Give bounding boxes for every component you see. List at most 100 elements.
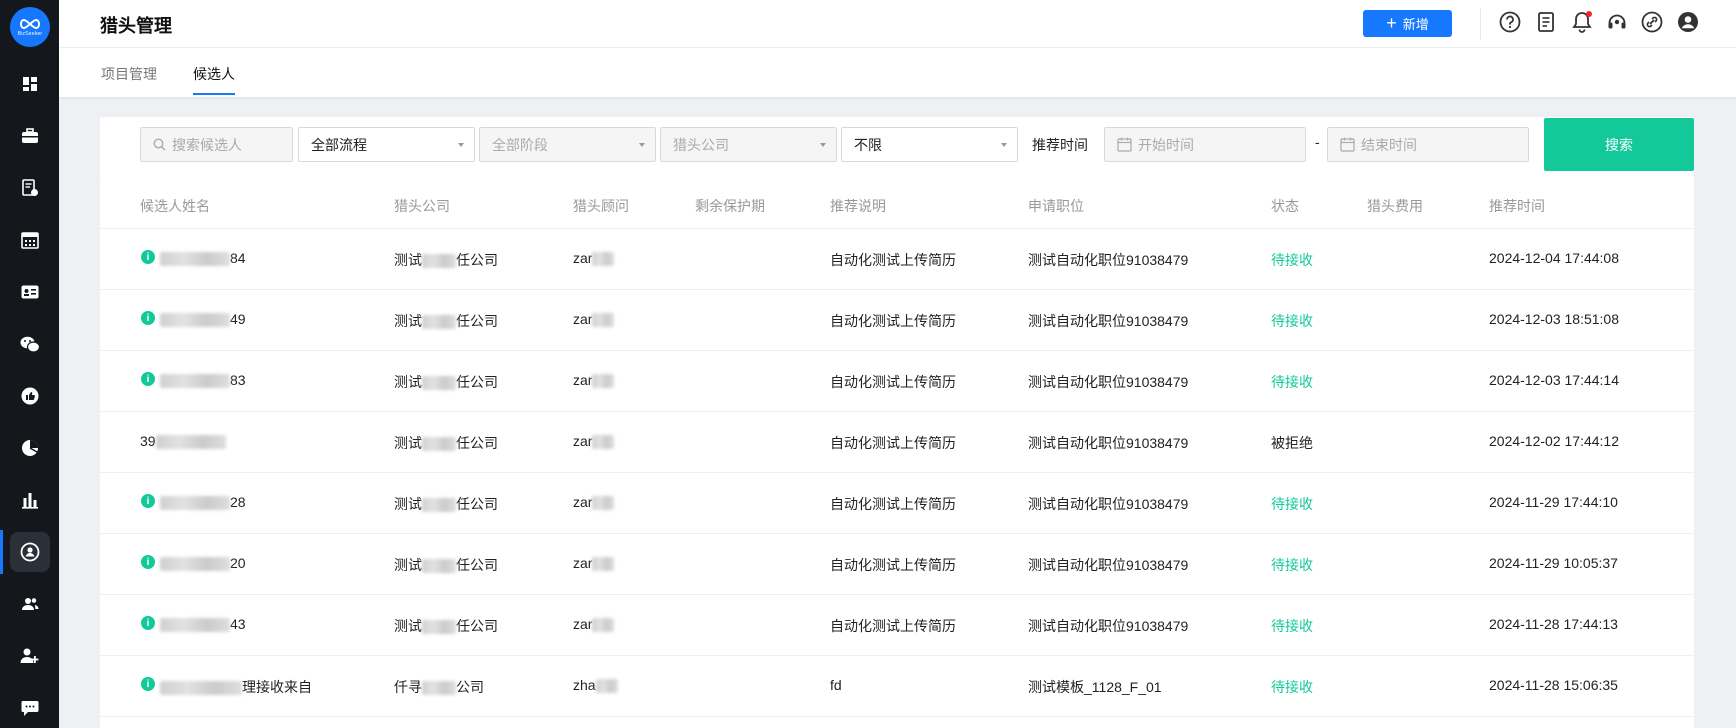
app-logo[interactable]: BizSeeker bbox=[10, 7, 50, 47]
redacted-text bbox=[595, 679, 618, 694]
sidebar-item-team[interactable] bbox=[0, 578, 59, 630]
status-text: 待接收 bbox=[1271, 374, 1313, 390]
status-text: 待接收 bbox=[1271, 496, 1313, 512]
recommend-time: 2024-12-02 17:44:12 bbox=[1489, 433, 1619, 449]
calendar-icon bbox=[20, 232, 39, 249]
sidebar-item-headhunter[interactable] bbox=[0, 526, 59, 578]
docs-button[interactable] bbox=[1534, 10, 1558, 34]
company-visible-prefix: 测试 bbox=[394, 252, 422, 268]
info-icon: i bbox=[141, 494, 155, 508]
sidebar: BizSeeker bbox=[0, 0, 59, 728]
tab-candidates[interactable]: 候选人 bbox=[193, 64, 235, 84]
sidebar-item-statistics[interactable] bbox=[0, 474, 59, 526]
user-menu-button[interactable] bbox=[1676, 10, 1700, 34]
redacted-text bbox=[592, 557, 615, 572]
pie-chart-icon bbox=[21, 440, 38, 456]
company-visible-suffix: 任公司 bbox=[456, 252, 498, 268]
company-visible-prefix: 测试 bbox=[394, 496, 422, 512]
redacted-text bbox=[422, 315, 456, 330]
sidebar-item-reports[interactable] bbox=[0, 422, 59, 474]
sidebar-item-add-user[interactable] bbox=[0, 630, 59, 682]
headhunter-company: 测试 任公司 bbox=[394, 616, 498, 636]
company-visible-suffix: 任公司 bbox=[456, 496, 498, 512]
recommend-time: 2024-12-03 17:44:14 bbox=[1489, 372, 1619, 388]
table-row[interactable]: i 20 测试 任公司 zar 自动化测试上传简历 测试自动化职位91038479 待接收 20… bbox=[100, 534, 1694, 595]
column-header-status: 状态 bbox=[1271, 198, 1299, 214]
redacted-text bbox=[160, 252, 230, 267]
table-row[interactable]: i 43 测试 任公司 zar 自动化测试上传简历 测试自动化职位91038479 待接收 20… bbox=[100, 595, 1694, 656]
table-row[interactable]: i 理接收来自 仟寻 公司 zha fd 测试模板_1128_F_01 待接收 2024-11-… bbox=[100, 656, 1694, 717]
help-button[interactable] bbox=[1498, 10, 1522, 34]
candidate-name: 28 bbox=[160, 494, 246, 511]
end-date-input[interactable]: 结束时间 bbox=[1327, 127, 1529, 162]
candidate-name-visible: 理接收来自 bbox=[242, 679, 312, 695]
candidates-table: 候选人姓名 猎头公司 猎头顾问 剩余保护期 推荐说明 申请职位 状态 猎头费用 … bbox=[100, 179, 1694, 728]
calendar-icon bbox=[1117, 137, 1132, 152]
redacted-text bbox=[592, 374, 615, 389]
sidebar-item-contacts[interactable] bbox=[0, 266, 59, 318]
link-button[interactable] bbox=[1640, 10, 1664, 34]
sidebar-active-highlight bbox=[9, 532, 50, 572]
consultant-visible: zar bbox=[573, 616, 593, 632]
limit-select[interactable]: 不限 bbox=[841, 127, 1018, 162]
sidebar-item-dashboard[interactable] bbox=[0, 58, 59, 110]
start-date-input[interactable]: 开始时间 bbox=[1104, 127, 1306, 162]
recommend-time: 2024-11-29 17:44:10 bbox=[1489, 494, 1618, 510]
info-icon: i bbox=[141, 616, 155, 630]
company-visible-prefix: 仟寻 bbox=[394, 679, 422, 695]
recommend-note: fd bbox=[830, 677, 842, 693]
info-icon: i bbox=[141, 677, 155, 691]
redacted-text bbox=[160, 496, 230, 511]
resume-icon bbox=[21, 179, 38, 196]
sidebar-item-resumes[interactable] bbox=[0, 162, 59, 214]
recommend-time-label: 推荐时间 bbox=[1032, 137, 1088, 153]
status-text: 待接收 bbox=[1271, 557, 1313, 573]
chat-icon bbox=[21, 701, 38, 716]
bar-chart-icon bbox=[21, 493, 38, 509]
table-row[interactable]: i 49 测试 任公司 zar 自动化测试上传简历 测试自动化职位91038479 待接收 20… bbox=[100, 290, 1694, 351]
sidebar-item-calendar[interactable] bbox=[0, 214, 59, 266]
chevron-down-icon bbox=[820, 143, 826, 147]
company-select[interactable]: 猎头公司 bbox=[660, 127, 837, 162]
sidebar-item-wechat[interactable] bbox=[0, 318, 59, 370]
table-row[interactable]: i 28 测试 任公司 zar 自动化测试上传简历 测试自动化职位91038479 待接收 20… bbox=[100, 473, 1694, 534]
headhunter-company: 测试 任公司 bbox=[394, 555, 498, 575]
info-icon: i bbox=[141, 555, 155, 569]
sidebar-item-recommend[interactable] bbox=[0, 370, 59, 422]
table-row[interactable]: 39 测试 任公司 zar 自动化测试上传简历 测试自动化职位91038479 被拒绝 202… bbox=[100, 412, 1694, 473]
redacted-text bbox=[160, 618, 230, 633]
id-card-icon bbox=[21, 285, 38, 299]
redacted-text bbox=[155, 435, 226, 450]
column-header-name: 候选人姓名 bbox=[140, 198, 210, 214]
headhunter-icon bbox=[20, 542, 39, 562]
sidebar-item-messages[interactable] bbox=[0, 682, 59, 728]
column-header-position: 申请职位 bbox=[1028, 198, 1084, 214]
add-button[interactable]: + 新增 bbox=[1363, 10, 1452, 37]
headhunter-consultant: zar bbox=[573, 250, 615, 267]
stage-select[interactable]: 全部阶段 bbox=[479, 127, 656, 162]
start-date-placeholder: 开始时间 bbox=[1138, 136, 1194, 153]
support-button[interactable] bbox=[1605, 10, 1629, 34]
notifications-button[interactable] bbox=[1570, 10, 1594, 34]
headhunter-consultant: zha bbox=[573, 677, 618, 694]
process-select[interactable]: 全部流程 bbox=[298, 127, 475, 162]
status-text: 待接收 bbox=[1271, 313, 1313, 329]
column-header-protection: 剩余保护期 bbox=[695, 198, 765, 214]
sidebar-item-jobs[interactable] bbox=[0, 110, 59, 162]
consultant-visible: zar bbox=[573, 555, 593, 571]
table-row[interactable]: i 83 测试 任公司 zar 自动化测试上传简历 测试自动化职位91038479 待接收 20… bbox=[100, 351, 1694, 412]
table-row[interactable]: i 84 测试 任公司 zar 自动化测试上传简历 测试自动化职位91038479 待接收 20… bbox=[100, 229, 1694, 290]
redacted-text bbox=[592, 496, 615, 511]
info-icon: i bbox=[141, 372, 155, 386]
recommend-note: 自动化测试上传简历 bbox=[830, 374, 956, 390]
table-header: 候选人姓名 猎头公司 猎头顾问 剩余保护期 推荐说明 申请职位 状态 猎头费用 … bbox=[100, 179, 1694, 229]
candidate-search-input[interactable]: 搜索候选人 bbox=[140, 127, 293, 162]
candidate-name: 84 bbox=[160, 250, 246, 267]
headhunter-company: 测试 任公司 bbox=[394, 311, 498, 331]
candidate-name-visible: 43 bbox=[230, 616, 246, 632]
company-visible-prefix: 测试 bbox=[394, 313, 422, 329]
notification-dot bbox=[1586, 11, 1592, 17]
column-header-time: 推荐时间 bbox=[1489, 198, 1545, 214]
search-button[interactable]: 搜索 bbox=[1544, 118, 1694, 171]
tab-projects[interactable]: 项目管理 bbox=[101, 64, 157, 84]
